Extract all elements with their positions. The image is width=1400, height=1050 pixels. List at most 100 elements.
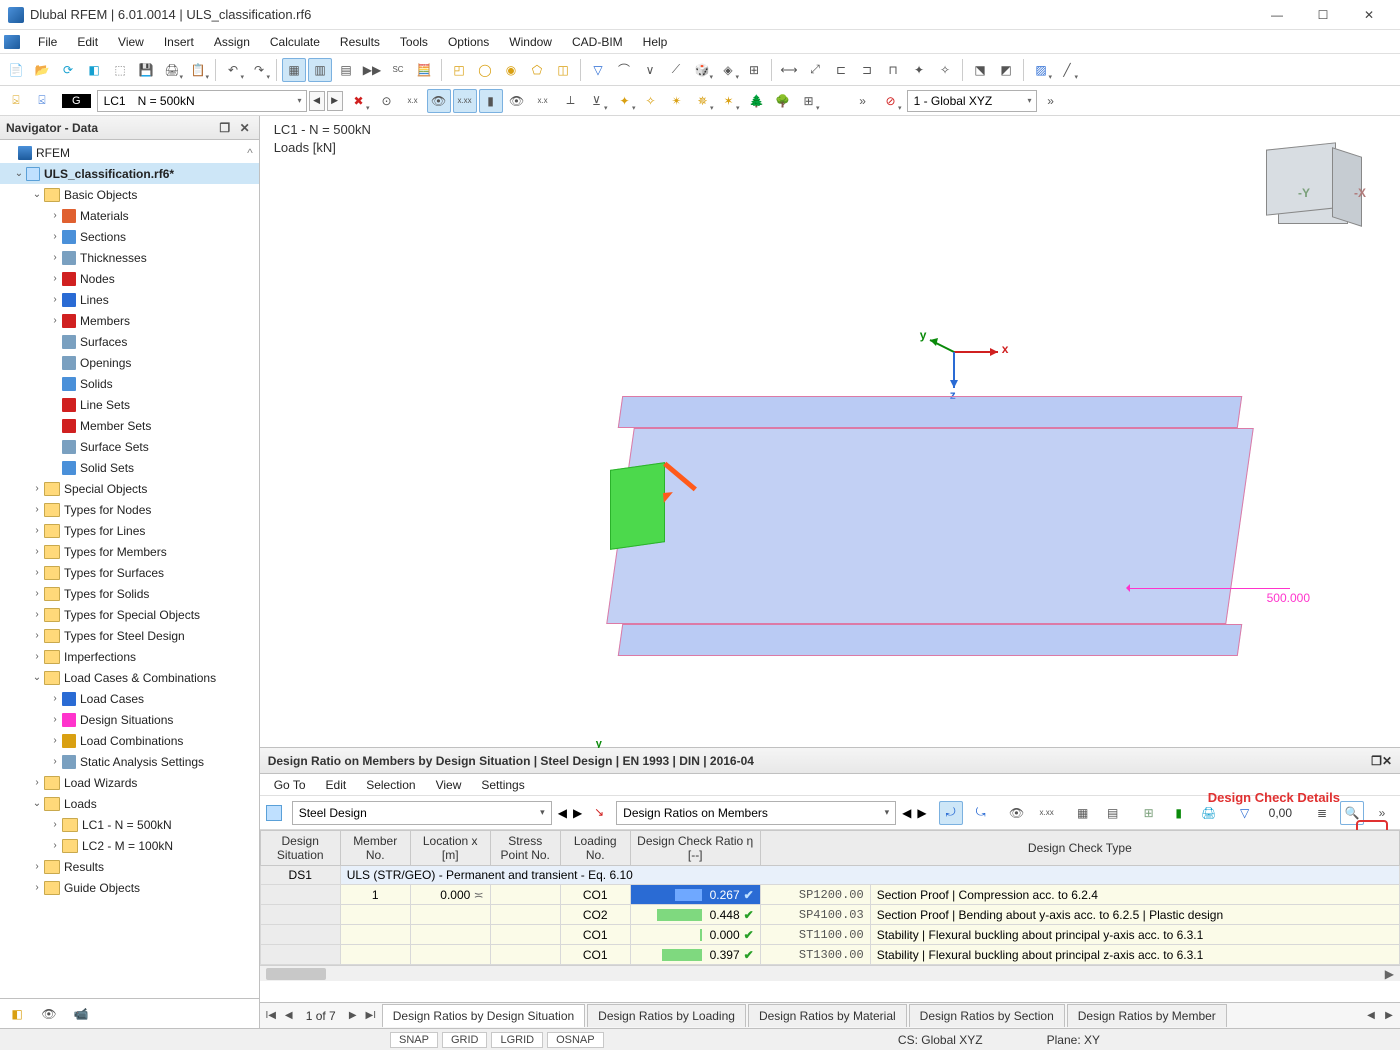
results-table-wrap[interactable]: Design Situation Member No. Location x [… [260, 830, 1400, 1002]
menu-cadbim[interactable]: CAD-BIM [562, 32, 633, 52]
tree-folder[interactable]: › Types for Surfaces [0, 562, 259, 583]
tree-2-icon[interactable]: 🌳 [771, 89, 795, 113]
results-tab[interactable]: Design Ratios by Loading [587, 1004, 746, 1027]
navigator-close-button[interactable]: ✕ [237, 120, 253, 136]
del-lc-icon[interactable]: ✖ [347, 89, 371, 113]
open-icon[interactable]: 📂 [30, 58, 54, 82]
tree-folder[interactable]: › Types for Nodes [0, 499, 259, 520]
tree-folder[interactable]: › Types for Special Objects [0, 604, 259, 625]
menu-help[interactable]: Help [633, 32, 678, 52]
star-3-icon[interactable]: ✴ [665, 89, 689, 113]
result-type-combo[interactable]: Design Ratios on Members [616, 801, 896, 825]
results-tab[interactable]: Design Ratios by Member [1067, 1004, 1227, 1027]
tree-root[interactable]: RFEM ^ [0, 142, 259, 163]
nav-tab-display-icon[interactable]: 👁 [38, 1004, 60, 1024]
res-menu-edit[interactable]: Edit [316, 776, 357, 794]
select-lasso-icon[interactable]: ◯ [473, 58, 497, 82]
viewport[interactable]: LC1 - N = 500kN Loads [kN] x y z [260, 116, 1400, 748]
res-export-icon[interactable]: ⊞ [1137, 801, 1161, 825]
res-overflow-icon[interactable]: » [1370, 801, 1394, 825]
page-next-button[interactable]: ▶ [344, 1006, 362, 1026]
menu-options[interactable]: Options [438, 32, 499, 52]
table-row[interactable]: CO2 0.448✔ SP4100.03 Section Proof | Ben… [260, 905, 1399, 925]
col-sp[interactable]: Stress Point No. [490, 831, 560, 866]
tree-item[interactable]: Surfaces [0, 331, 259, 352]
tree-item[interactable]: › Static Analysis Settings [0, 751, 259, 772]
menu-window[interactable]: Window [499, 32, 562, 52]
menu-calculate[interactable]: Calculate [260, 32, 330, 52]
vis-xx-icon[interactable]: x.x [531, 89, 555, 113]
edge-icon[interactable]: ╱ [1055, 58, 1079, 82]
vis-node-icon[interactable]: ⊙ [375, 89, 399, 113]
redo-icon[interactable]: ↷ [247, 58, 271, 82]
tree-item[interactable]: Member Sets [0, 415, 259, 436]
navigation-cube[interactable]: -Y -X [1260, 136, 1380, 246]
tree-folder[interactable]: › Special Objects [0, 478, 259, 499]
results-hscroll[interactable]: ▶ [260, 965, 1400, 981]
select-all-icon[interactable]: ◫ [551, 58, 575, 82]
tree-item[interactable]: › Nodes [0, 268, 259, 289]
dim-3-icon[interactable]: ⊏ [829, 58, 853, 82]
tree-item[interactable]: › Design Situations [0, 709, 259, 730]
menu-insert[interactable]: Insert [154, 32, 204, 52]
menu-file[interactable]: File [28, 32, 67, 52]
res-menu-view[interactable]: View [426, 776, 472, 794]
result-prev-button[interactable]: ◀ [902, 806, 911, 820]
col-loading[interactable]: Loading No. [560, 831, 630, 866]
menu-view[interactable]: View [108, 32, 154, 52]
misc-2-icon[interactable]: ⊞ [742, 58, 766, 82]
page-last-button[interactable]: ▶I [362, 1006, 380, 1026]
res-xx-icon[interactable]: x.xx [1035, 801, 1059, 825]
res-menu-selection[interactable]: Selection [356, 776, 425, 794]
overflow-2-icon[interactable]: » [1039, 89, 1063, 113]
dim-5-icon[interactable]: ⊓ [881, 58, 905, 82]
tree-folder[interactable]: › Types for Steel Design [0, 625, 259, 646]
undo-icon[interactable]: ↶ [221, 58, 245, 82]
module-next-button[interactable]: ▶ [573, 806, 582, 820]
dim-2-icon[interactable]: ⤢ [803, 58, 827, 82]
clip-3-icon[interactable]: ⟋ [664, 58, 688, 82]
tree-file[interactable]: ⌄ ULS_classification.rf6* [0, 163, 259, 184]
module-combo[interactable]: Steel Design [292, 801, 552, 825]
res-sync-2-icon[interactable]: ⤿ [969, 801, 993, 825]
tree-item[interactable]: › LC2 - M = 100kN [0, 835, 259, 856]
table-mode-1-icon[interactable]: ▦ [282, 58, 306, 82]
app-menu-icon[interactable] [4, 35, 20, 49]
menu-results[interactable]: Results [330, 32, 390, 52]
col-x[interactable]: Location x [m] [410, 831, 490, 866]
clip-2-icon[interactable]: ∨ [638, 58, 662, 82]
table-group-row[interactable]: DS1 ULS (STR/GEO) - Permanent and transi… [260, 866, 1399, 885]
col-ds[interactable]: Design Situation [260, 831, 340, 866]
design-check-details-button[interactable]: 🔍 [1340, 801, 1364, 825]
tree-item[interactable]: Solids [0, 373, 259, 394]
res-menu-settings[interactable]: Settings [471, 776, 534, 794]
dice-icon[interactable]: 🎲 [690, 58, 714, 82]
tabs-prev-button[interactable]: ◀ [1362, 1006, 1380, 1026]
table-mode-2-icon[interactable]: ▥ [308, 58, 332, 82]
results-float-button[interactable]: ❐ [1371, 754, 1382, 768]
vis-num-icon[interactable]: x.x [401, 89, 425, 113]
status-osnap[interactable]: OSNAP [547, 1032, 604, 1048]
navigator-float-button[interactable]: ❐ [217, 120, 233, 136]
vis-load-icon[interactable]: 👁 [427, 89, 451, 113]
lc-prev-button[interactable]: ◀ [309, 91, 325, 111]
nav-tab-data-icon[interactable]: ◧ [6, 1004, 28, 1024]
res-sync-1-icon[interactable]: ⤾ [939, 801, 963, 825]
tree-3-icon[interactable]: ⊞ [797, 89, 821, 113]
menu-edit[interactable]: Edit [67, 32, 108, 52]
res-print-icon[interactable]: 🖨 [1197, 801, 1221, 825]
star-1-icon[interactable]: ✦ [613, 89, 637, 113]
vis-eye-icon[interactable]: 👁 [505, 89, 529, 113]
page-first-button[interactable]: I◀ [262, 1006, 280, 1026]
tree-folder[interactable]: › Types for Solids [0, 583, 259, 604]
results-tab[interactable]: Design Ratios by Section [909, 1004, 1065, 1027]
tree-item[interactable]: › LC1 - N = 500kN [0, 814, 259, 835]
tree-item[interactable]: › Materials [0, 205, 259, 226]
module-prev-button[interactable]: ◀ [558, 806, 567, 820]
table-row[interactable]: CO1 0.000✔ ST1100.00 Stability | Flexura… [260, 925, 1399, 945]
table-mode-3-icon[interactable]: ▤ [334, 58, 358, 82]
cs-combo[interactable]: 1 - Global XYZ [907, 90, 1037, 112]
clip-1-icon[interactable]: ⌒ [612, 58, 636, 82]
status-lgrid[interactable]: LGRID [491, 1032, 543, 1048]
new-icon[interactable]: 📄 [4, 58, 28, 82]
